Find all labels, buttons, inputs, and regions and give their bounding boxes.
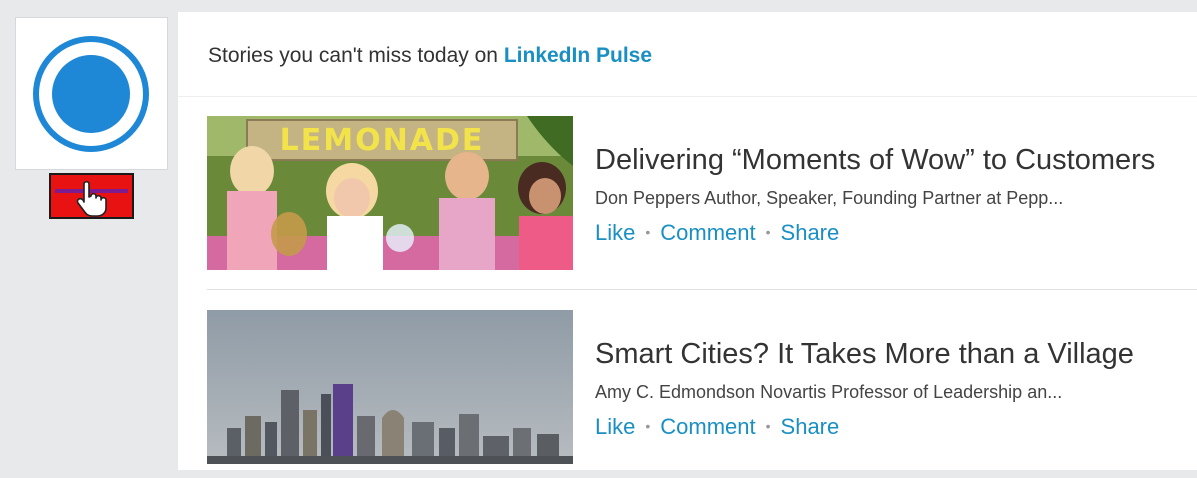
linkedin-pulse-link[interactable]: LinkedIn Pulse xyxy=(504,44,652,67)
like-link[interactable]: Like xyxy=(595,414,635,439)
story-actions: Like • Comment • Share xyxy=(595,220,839,246)
bottom-strip xyxy=(0,470,1197,478)
story-divider xyxy=(207,289,1197,290)
story-author[interactable]: Amy C. Edmondson Novartis Professor of L… xyxy=(595,382,1185,403)
like-link[interactable]: Like xyxy=(595,220,635,245)
top-bar xyxy=(0,0,1197,12)
separator-dot: • xyxy=(645,418,651,434)
pulse-header: Stories you can't miss today on LinkedIn… xyxy=(178,12,1197,97)
cursor-badge xyxy=(49,173,134,219)
story-title[interactable]: Delivering “Moments of Wow” to Customers xyxy=(595,144,1155,177)
story-item: Smart Cities? It Takes More than a Villa… xyxy=(207,310,1197,464)
pulse-stories-panel: Stories you can't miss today on LinkedIn… xyxy=(178,12,1197,470)
header-text: Stories you can't miss today on LinkedIn… xyxy=(208,44,652,68)
story-actions: Like • Comment • Share xyxy=(595,414,839,440)
story-item: LEMONADE Delivering “Moments of Wow” to … xyxy=(207,116,1197,270)
story-thumbnail-lemonade[interactable]: LEMONADE xyxy=(207,116,573,270)
story-thumbnail-skyline[interactable] xyxy=(207,310,573,464)
app-logo-card[interactable] xyxy=(15,17,168,170)
story-title[interactable]: Smart Cities? It Takes More than a Villa… xyxy=(595,338,1134,371)
concentric-circle-logo-icon xyxy=(33,36,149,152)
share-link[interactable]: Share xyxy=(781,220,840,245)
share-link[interactable]: Share xyxy=(781,414,840,439)
header-prefix: Stories you can't miss today on xyxy=(208,44,504,67)
separator-dot: • xyxy=(765,224,771,240)
comment-link[interactable]: Comment xyxy=(660,414,755,439)
lemonade-sign-text: LEMONADE xyxy=(280,123,485,158)
separator-dot: • xyxy=(765,418,771,434)
hand-pointer-cursor-icon xyxy=(55,180,128,217)
comment-link[interactable]: Comment xyxy=(660,220,755,245)
story-author[interactable]: Don Peppers Author, Speaker, Founding Pa… xyxy=(595,188,1185,209)
separator-dot: • xyxy=(645,224,651,240)
